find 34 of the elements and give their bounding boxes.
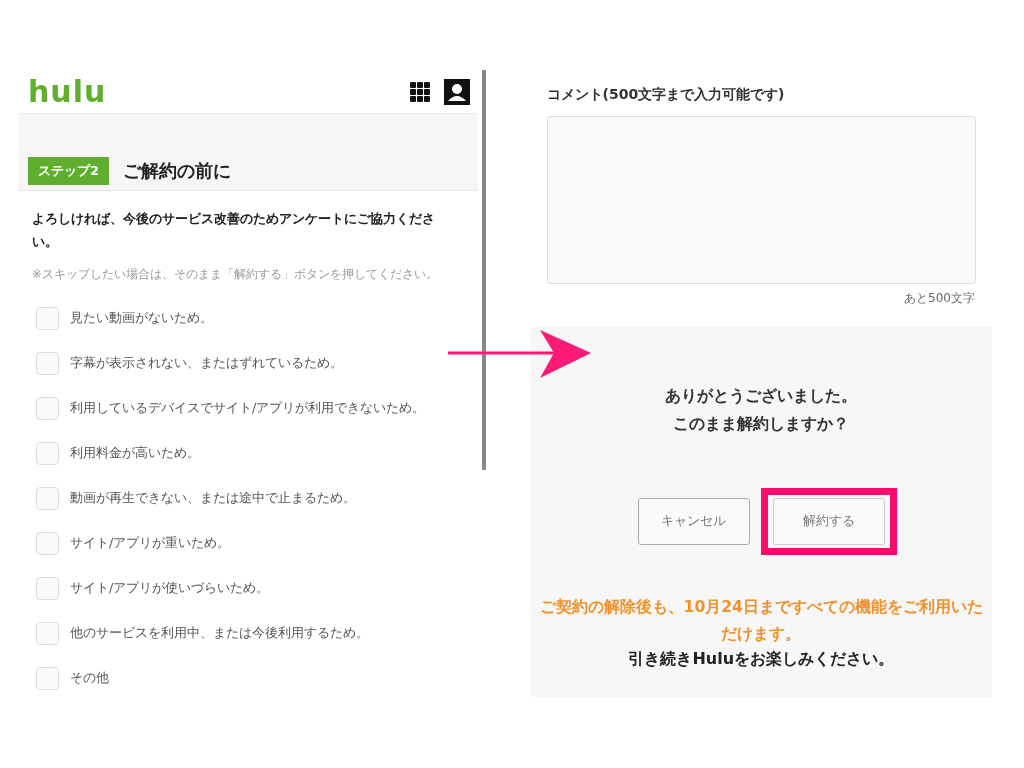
comment-label: コメント(500文字まで入力可能です) — [546, 86, 786, 104]
reason-label[interactable]: サイト/アプリが重いため。 — [70, 535, 231, 552]
checkbox[interactable] — [36, 397, 59, 420]
checkbox[interactable] — [36, 667, 59, 690]
comment-field[interactable] — [546, 116, 976, 284]
skip-note: ※スキップしたい場合は、そのまま「解約する」ボタンを押してください。 — [32, 267, 439, 282]
checkbox[interactable] — [36, 622, 59, 645]
step-title: ご解約の前に — [123, 159, 232, 183]
confirm-message: ありがとうございました。 — [665, 385, 858, 407]
cancel-button[interactable]: キャンセル — [637, 497, 750, 545]
closing-text: 引き続きHuluをお楽しみください。 — [628, 649, 895, 670]
profile-icon[interactable] — [443, 78, 470, 105]
checkbox[interactable] — [36, 532, 59, 555]
checkbox[interactable] — [36, 442, 59, 465]
checkbox[interactable] — [36, 487, 59, 510]
checkbox[interactable] — [36, 577, 59, 600]
checkbox[interactable] — [36, 352, 59, 375]
reason-label[interactable]: 見たい動画がないため。 — [70, 310, 213, 327]
survey-intro: よろしければ、今後のサービス改善のためアンケートにご協力ください。 — [32, 210, 436, 251]
reason-label[interactable]: 利用しているデバイスでサイト/アプリが利用できないため。 — [70, 400, 426, 417]
reason-label[interactable]: 動画が再生できない、または途中で止まるため。 — [70, 490, 356, 507]
checkbox[interactable] — [36, 307, 59, 330]
reason-label[interactable]: サイト/アプリが使いづらいため。 — [70, 580, 270, 597]
reason-label[interactable]: 字幕が表示されない、またはずれているため。 — [70, 355, 343, 372]
reason-label[interactable]: 他のサービスを利用中、または今後利用するため。 — [70, 625, 369, 642]
unsubscribe-button[interactable]: 解約する — [772, 497, 885, 545]
grid-menu-icon[interactable] — [409, 81, 430, 102]
reason-label[interactable]: 利用料金が高いため。 — [70, 445, 200, 462]
notice-text: ご契約の解除後も、10月24日まですべての機能をご利用いただけます。 — [538, 597, 984, 645]
reason-label[interactable]: その他 — [70, 670, 109, 687]
character-counter: あと500文字 — [903, 290, 975, 307]
scrollbar[interactable] — [481, 70, 486, 470]
step-badge: ステップ2 — [28, 157, 110, 185]
confirm-message: このまま解約しますか？ — [673, 413, 850, 435]
